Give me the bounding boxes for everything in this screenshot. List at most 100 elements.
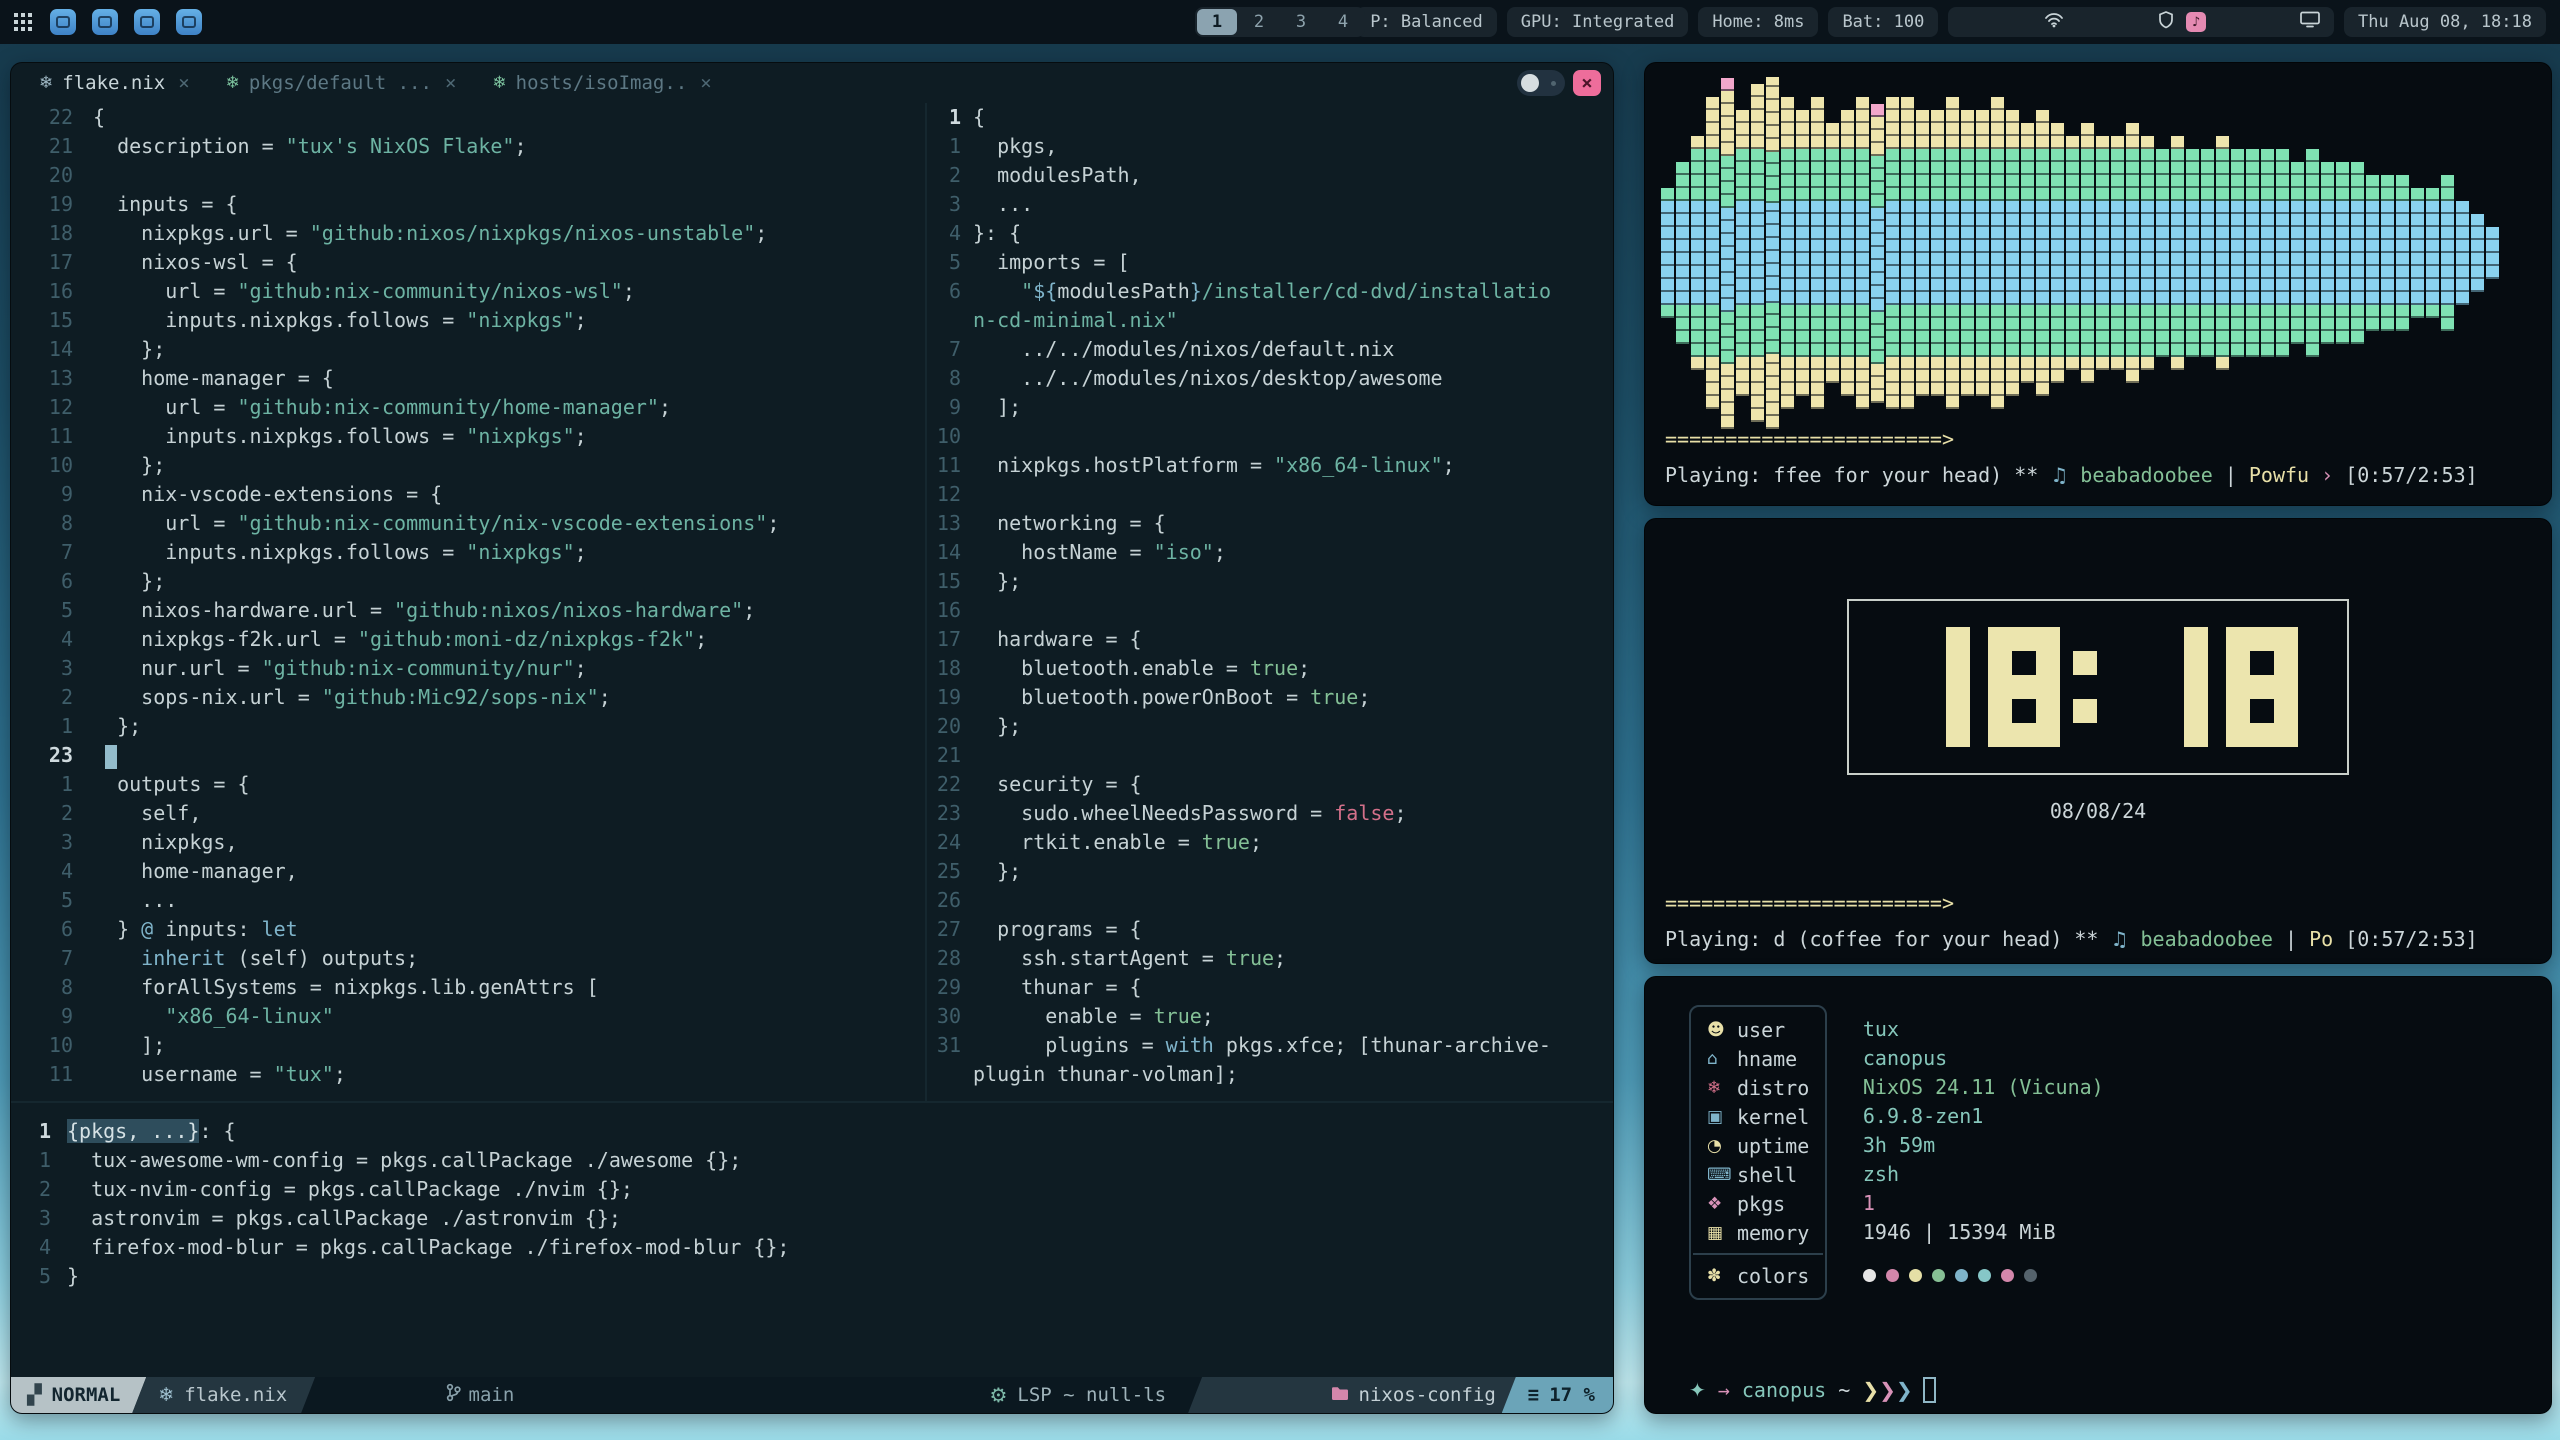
text-segment: firefox-mod-blur = pkgs.callPackage ./fi… [67,1235,789,1259]
text-segment: ; [743,598,755,622]
fetch-row: ◔uptime [1693,1131,1823,1160]
clock-cell [1922,723,1946,747]
app-icon-2[interactable] [92,9,118,35]
bar-segment [2366,201,2379,305]
kernel-icon: ▣ [1707,1107,1737,1127]
app-icon-4[interactable] [176,9,202,35]
bar-segment [2021,123,2034,149]
bar-segment [1661,305,1674,318]
window-toggle-switch[interactable] [1517,70,1565,96]
text-segment: canopus [1742,1378,1826,1402]
bar-segment [1706,305,1719,357]
toggle-knob [1521,74,1539,92]
text-segment: thunar = { [973,975,1142,999]
user-icon: ☻ [1707,1020,1737,1040]
clock-cell [1898,723,1922,747]
line-number: 14 [11,335,93,364]
code-text: ... [93,886,177,915]
bar-segment [2246,149,2259,201]
visualizer-bar [1706,77,1719,429]
text-segment: ]; [93,1033,165,1057]
code-text: nixos-hardware.url = "github:nixos/nixos… [93,596,755,625]
flake-nix-pane[interactable]: 22{21 description = "tux's NixOS Flake";… [11,103,923,1101]
bar-segment [2291,162,2304,201]
text-segment: "github:moni-dz/nixpkgs-f2k" [358,627,695,651]
buffer-tab[interactable]: ❄flake.nix× [21,63,208,103]
clock-cell [2136,651,2160,675]
code-text: self, [93,799,201,828]
iso-config-pane[interactable]: 1{1 pkgs,2 modulesPath,3 ...4}: {5 impor… [925,103,1613,1101]
shell-prompt[interactable]: ✦ → canopus ~ ❯❯❯ [1689,1377,1936,1403]
code-line: 4 nixpkgs-f2k.url = "github:moni-dz/nixp… [11,625,923,654]
bar-segment [2321,162,2334,201]
visualizer-bar [2066,77,2079,429]
app-icon-1[interactable] [50,9,76,35]
tag-button-1[interactable]: 1 [1197,9,1237,35]
text-segment: "tux's NixOS Flake" [286,134,515,158]
close-icon[interactable]: × [445,72,456,94]
bar-segment [1871,156,1884,208]
clock-date: 08/08/24 [1645,799,2551,823]
visualizer-bar [2171,77,2184,429]
music-badge-icon: ♪ [2186,12,2206,32]
bar-segment [1976,305,1989,357]
tag-button-3[interactable]: 3 [1281,9,1321,35]
text-segment: true [1250,656,1298,680]
text-segment: nixos-wsl = { [93,250,298,274]
clock-cell [1922,675,1946,699]
code-text: security = { [973,770,1142,799]
app-icon-3[interactable] [134,9,160,35]
text-segment: inputs: [153,917,261,941]
code-line: 3 nur.url = "github:nix-community/nur"; [11,654,923,683]
code-line: 2 sops-nix.url = "github:Mic92/sops-nix"… [11,683,923,712]
window-close-button[interactable]: × [1573,70,1601,96]
bar-segment [1676,201,1689,305]
buffer-tab[interactable]: ❄pkgs/default ...× [208,63,475,103]
buffer-tab[interactable]: ❄hosts/isoImag..× [474,63,729,103]
status-pill: Bat: 100 [1828,7,1938,37]
bar-segment [1721,156,1734,208]
line-number: 14 [927,538,973,567]
cursor [105,745,117,769]
bar-segment [1841,305,1854,357]
pkgs-default-pane[interactable]: 1{pkgs, ...}: {1 tux-awesome-wm-config =… [11,1101,1613,1377]
text-segment: "x86_64-linux" [1274,453,1443,477]
visualizer-bar [2486,77,2499,429]
system-tray[interactable]: ♪ [1948,7,2334,37]
close-icon[interactable]: × [178,72,189,94]
line-number: 19 [927,683,973,712]
bar-segment [1736,201,1749,305]
bar-segment [1931,149,1944,201]
fetch-label: memory [1737,1221,1809,1245]
launcher-grid-icon[interactable] [14,13,32,31]
bar-segment [1691,149,1704,201]
line-number: 15 [927,567,973,596]
bar-segment [1766,354,1779,429]
code-line: 10 ]; [11,1031,923,1060]
bar-segment [2426,188,2439,201]
text-segment: Po [2309,927,2333,951]
bar-segment [1781,97,1794,149]
bar-segment [1811,149,1824,201]
tag-button-2[interactable]: 2 [1239,9,1279,35]
wifi-icon [1962,0,2064,53]
code-text: }; [93,335,165,364]
code-text: forAllSystems = nixpkgs.lib.genAttrs [ [93,973,599,1002]
clock-cell [1946,651,1970,675]
buffer-tabs: ❄flake.nix×❄pkgs/default ...×❄hosts/isoI… [21,63,730,103]
close-icon[interactable]: × [700,72,711,94]
code-line: 26 [927,886,1613,915]
bar-segment [2321,201,2334,305]
tag-button-4[interactable]: 4 [1323,9,1363,35]
code-text: enable = true; [973,1002,1214,1031]
visualizer-bar [2471,77,2484,429]
bar-segment [2126,201,2139,305]
bar-segment [1946,149,1959,201]
bar-segment [1826,201,1839,305]
fetch-label-box: ☻user⌂hname❄distro▣kernel◔uptime⌨shell❖p… [1689,1005,1827,1300]
bar-segment [1691,136,1704,149]
code-text: }; [93,712,141,741]
bar-segment [1991,97,2004,149]
code-line: 15 }; [927,567,1613,596]
code-line: 20 [11,161,923,190]
